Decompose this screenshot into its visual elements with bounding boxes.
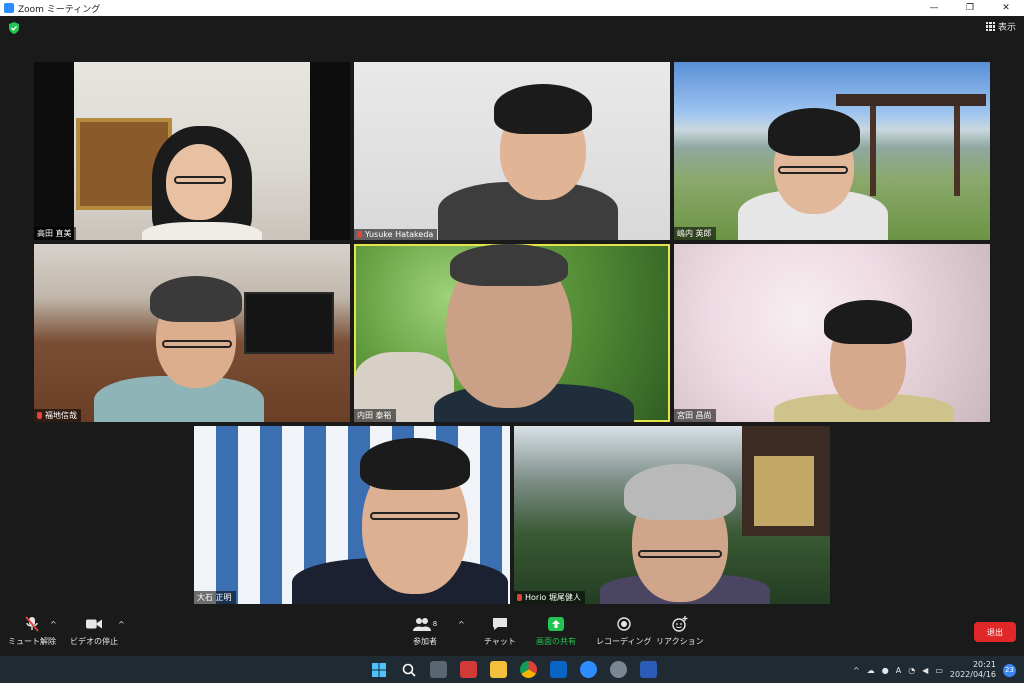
wifi-icon[interactable]: ◔ [908, 666, 915, 675]
muted-mic-icon [517, 594, 522, 601]
share-screen-button[interactable]: 画面の共有 [536, 616, 576, 647]
cloud-icon[interactable]: ☁ [867, 666, 875, 675]
close-button[interactable]: ✕ [988, 0, 1024, 16]
security-shield-icon[interactable] [8, 22, 20, 34]
mic-tray-icon[interactable]: ● [882, 666, 889, 675]
windows-taskbar: ^ ☁ ● A ◔ ◀ ▭ 20:21 2022/04/16 23 [0, 656, 1024, 683]
window-title: Zoom ミーティング [18, 4, 101, 15]
meeting-toolbar: ミュート解除 ^ ビデオの停止 ^ 8 参加者 ^ チャット 画面の共有 レコー… [0, 612, 1024, 656]
muted-mic-icon [37, 412, 42, 419]
zoom-taskbar-icon[interactable] [580, 661, 597, 678]
participant-name-label: 福地信哉 [34, 409, 81, 422]
video-tile-8[interactable]: Horio 堀尾健人 [514, 426, 830, 604]
record-button[interactable]: レコーディング [596, 616, 651, 647]
participants-icon: 8 [410, 616, 440, 632]
battery-icon[interactable]: ▭ [935, 666, 943, 675]
smiley-plus-icon [672, 616, 688, 632]
participants-count: 8 [432, 620, 438, 628]
settings-gear-icon[interactable] [610, 661, 627, 678]
participants-options-caret-icon[interactable]: ^ [458, 620, 465, 629]
system-tray: ^ ☁ ● A ◔ ◀ ▭ 20:21 2022/04/16 23 [853, 658, 1016, 682]
participant-name-label: 大石 正明 [194, 591, 236, 604]
video-tile-7[interactable]: 大石 正明 [194, 426, 510, 604]
participant-name-label: Horio 堀尾健人 [514, 591, 585, 604]
file-explorer-icon[interactable] [490, 661, 507, 678]
unmute-button[interactable]: ミュート解除 [8, 616, 56, 647]
window-controls: — ❐ ✕ [916, 0, 1024, 16]
video-tile-4[interactable]: 福地信哉 [34, 244, 350, 422]
windows-start-icon[interactable] [370, 661, 387, 678]
view-button[interactable]: 表示 [985, 20, 1016, 33]
mic-muted-icon [24, 616, 40, 632]
show-hidden-icons-chevron-icon[interactable]: ^ [853, 666, 860, 675]
video-options-caret-icon[interactable]: ^ [118, 620, 125, 629]
chat-bubble-icon [492, 616, 508, 632]
participant-name-label: Yusuke Hatakeda [354, 229, 438, 240]
title-bar: Zoom ミーティング — ❐ ✕ [0, 0, 1024, 16]
video-tile-5-active-speaker[interactable]: 内田 泰裕 [354, 244, 670, 422]
leave-button[interactable]: 退出 [974, 622, 1016, 642]
participant-name-label: 内田 泰裕 [354, 409, 396, 422]
share-screen-icon [548, 616, 564, 632]
view-button-label: 表示 [997, 23, 1016, 33]
reactions-button[interactable]: リアクション [656, 616, 704, 647]
ime-indicator[interactable]: A [896, 666, 901, 675]
chrome-icon[interactable] [520, 661, 537, 678]
word-icon[interactable] [640, 661, 657, 678]
video-tile-3[interactable]: 嶋内 英郎 [674, 62, 990, 240]
participant-name-label: 嶋内 英郎 [674, 227, 716, 240]
record-icon [616, 616, 632, 632]
search-icon[interactable] [400, 661, 417, 678]
volume-icon[interactable]: ◀ [922, 666, 928, 675]
stop-video-button[interactable]: ビデオの停止 [70, 616, 118, 647]
audio-options-caret-icon[interactable]: ^ [50, 620, 57, 629]
task-view-icon[interactable] [430, 661, 447, 678]
restore-button[interactable]: ❐ [952, 0, 988, 16]
video-camera-icon [86, 616, 102, 632]
notification-badge[interactable]: 23 [1003, 663, 1016, 677]
zoom-app-icon [4, 3, 14, 13]
participant-name-label: 宮田 昌尚 [674, 409, 716, 422]
chat-button[interactable]: チャット [484, 616, 516, 647]
zoom-window: Zoom ミーティング — ❐ ✕ 表示 高田 直美 Yusuke Hatake… [0, 0, 1024, 683]
minimize-button[interactable]: — [916, 0, 952, 16]
participant-name-label: 高田 直美 [34, 227, 76, 240]
muted-mic-icon [357, 231, 362, 238]
clock[interactable]: 20:21 2022/04/16 [950, 660, 996, 680]
participants-button[interactable]: 8 参加者 [410, 616, 440, 647]
video-tile-2[interactable]: Yusuke Hatakeda [354, 62, 670, 240]
grid-view-icon [985, 22, 995, 31]
video-tile-6[interactable]: 宮田 昌尚 [674, 244, 990, 422]
snipping-tool-icon[interactable] [460, 661, 477, 678]
outlook-icon[interactable] [550, 661, 567, 678]
video-tile-1[interactable]: 高田 直美 [34, 62, 350, 240]
